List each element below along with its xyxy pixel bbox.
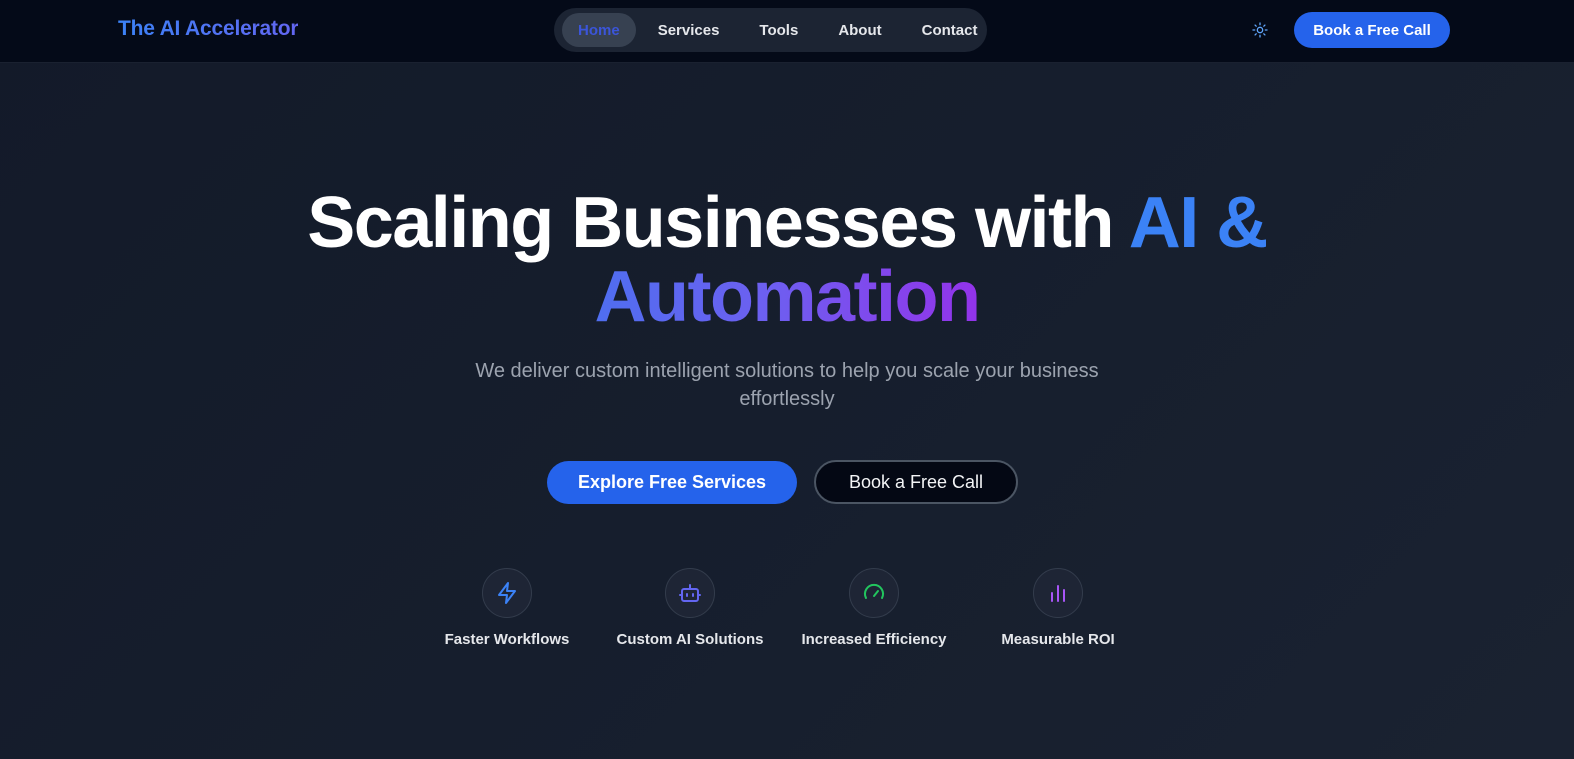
nav-item-contact[interactable]: Contact: [904, 13, 996, 47]
sun-icon: [1252, 22, 1268, 38]
hero-title-accent-ai: AI &: [1128, 183, 1269, 263]
lightning-icon: [498, 582, 516, 604]
top-navigation-bar: The AI Accelerator Home Services Tools A…: [0, 0, 1574, 63]
feature-icon-circle: [482, 568, 532, 618]
hero-subtitle: We deliver custom intelligent solutions …: [475, 360, 1099, 410]
bar-chart-icon: [1051, 585, 1065, 602]
brand-logo[interactable]: The AI Accelerator: [118, 17, 299, 41]
explore-services-button[interactable]: Explore Free Services: [547, 461, 797, 504]
feature-icon-circle: [1033, 568, 1083, 618]
feature-increased-efficiency: Increased Efficiency: [794, 568, 954, 648]
book-call-header-button[interactable]: Book a Free Call: [1294, 12, 1450, 48]
book-call-button[interactable]: Book a Free Call: [814, 460, 1018, 504]
feature-icon-circle: [665, 568, 715, 618]
nav-item-tools[interactable]: Tools: [741, 13, 816, 47]
hero-heading: Scaling Businesses with AI & Automation: [0, 186, 1574, 334]
nav-item-home[interactable]: Home: [562, 13, 636, 47]
nav-item-about[interactable]: About: [820, 13, 899, 47]
robot-icon: [679, 584, 701, 602]
feature-faster-workflows: Faster Workflows: [427, 568, 587, 648]
feature-label: Faster Workflows: [444, 631, 570, 648]
hero-title-part1: Scaling Businesses with: [307, 183, 1129, 263]
feature-label: Increased Efficiency: [801, 631, 947, 648]
gauge-icon: [864, 583, 884, 599]
hero-title-accent-automation: Automation: [594, 257, 981, 337]
feature-custom-ai: Custom AI Solutions: [610, 568, 770, 648]
main-nav: Home Services Tools About Contact: [554, 8, 987, 52]
nav-item-services[interactable]: Services: [640, 13, 738, 47]
feature-label: Measurable ROI: [1001, 631, 1115, 648]
feature-icon-circle: [849, 568, 899, 618]
feature-label: Custom AI Solutions: [616, 631, 764, 648]
theme-toggle-button[interactable]: [1250, 19, 1270, 41]
feature-measurable-roi: Measurable ROI: [978, 568, 1138, 648]
